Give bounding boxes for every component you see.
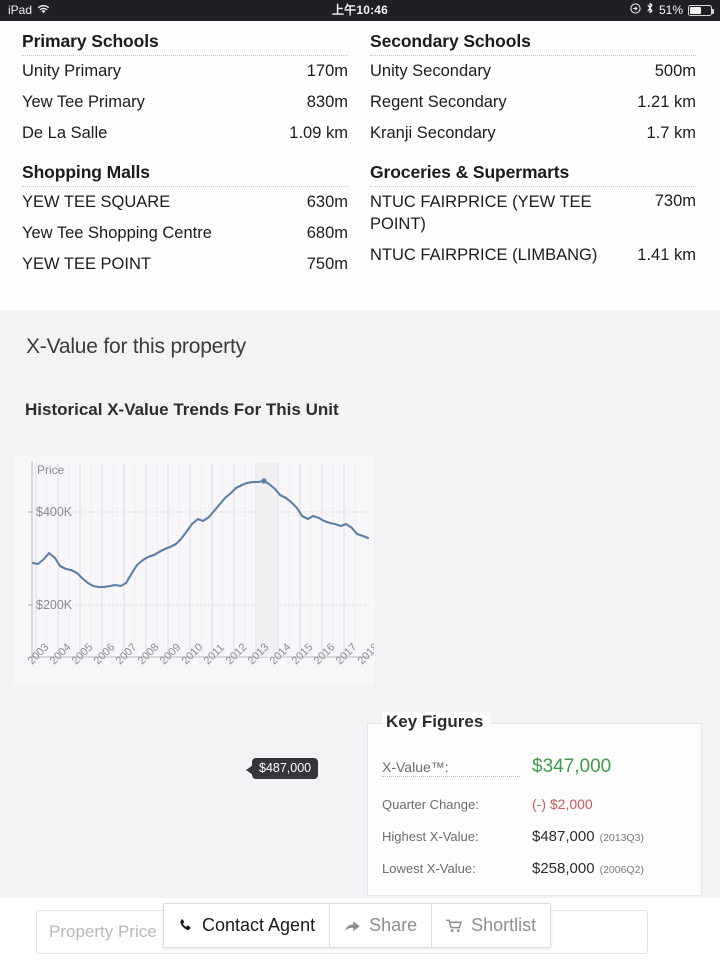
key-figures-title: Key Figures — [382, 712, 491, 732]
amenity-distance: 680m — [307, 224, 348, 243]
share-button[interactable]: Share — [330, 904, 432, 947]
amenity-group-groceries: Groceries & Supermarts NTUC FAIRPRICE (Y… — [370, 162, 696, 270]
contact-agent-button[interactable]: Contact Agent — [164, 904, 330, 947]
amenity-group-title: Primary Schools — [22, 31, 348, 56]
status-bar: iPad 上午10:46 51% — [0, 0, 720, 21]
amenity-row: NTUC FAIRPRICE (YEW TEE POINT) 730m — [370, 187, 696, 240]
chart-axis-label-price: Price — [37, 463, 65, 477]
amenity-row: YEW TEE SQUARE 630m — [22, 187, 348, 218]
amenity-name: Yew Tee Shopping Centre — [22, 223, 212, 245]
key-figure-row-lowest: Lowest X-Value: $258,000 (2006Q2) — [382, 860, 692, 877]
key-figure-row-xvalue: X-Value™: $347,000 — [382, 756, 692, 778]
key-figure-label: Lowest X-Value: — [382, 861, 520, 876]
key-figure-value-highest: $487,000 — [532, 828, 595, 845]
chart-svg: Price $400K $200K 2003 2004 2005 2006 20… — [14, 455, 374, 685]
amenity-row: Unity Secondary 500m — [370, 56, 696, 87]
chart-highlight-band — [256, 463, 278, 657]
amenity-distance: 750m — [307, 255, 348, 274]
bluetooth-icon — [646, 0, 654, 21]
amenity-name: YEW TEE POINT — [22, 254, 151, 276]
key-figure-row-quarter-change: Quarter Change: (-) $2,000 — [382, 796, 692, 812]
share-label: Share — [369, 915, 417, 936]
key-figure-note-highest: (2013Q3) — [600, 832, 644, 844]
amenity-distance: 1.41 km — [637, 246, 696, 265]
phone-icon — [178, 918, 194, 934]
battery-percent: 51% — [659, 0, 683, 21]
amenity-name: NTUC FAIRPRICE (YEW TEE POINT) — [370, 192, 608, 236]
xvalue-section: X-Value for this property Historical X-V… — [0, 310, 720, 898]
key-figure-row-highest: Highest X-Value: $487,000 (2013Q3) — [382, 828, 692, 845]
amenity-distance: 730m — [655, 192, 696, 211]
key-figure-value-lowest: $258,000 — [532, 860, 595, 877]
status-bar-clock: 上午10:46 — [0, 0, 720, 21]
amenity-name: YEW TEE SQUARE — [22, 192, 170, 214]
share-arrow-icon — [344, 918, 361, 934]
amenity-name: De La Salle — [22, 123, 107, 145]
chart-peak-tooltip: $487,000 — [252, 758, 318, 779]
status-bar-right: 51% — [630, 0, 712, 21]
amenity-name: Regent Secondary — [370, 92, 507, 114]
key-figure-value-xvalue: $347,000 — [532, 756, 611, 778]
amenity-group-primary-schools: Primary Schools Unity Primary 170m Yew T… — [22, 31, 348, 148]
amenity-group-title: Groceries & Supermarts — [370, 162, 696, 187]
amenity-distance: 630m — [307, 193, 348, 212]
amenity-row: Regent Secondary 1.21 km — [370, 87, 696, 118]
key-figure-note-lowest: (2006Q2) — [600, 864, 644, 876]
shortlist-button[interactable]: Shortlist — [432, 904, 550, 947]
battery-icon — [688, 5, 712, 16]
chart-peak-marker — [261, 478, 266, 483]
key-figure-value-quarter-change: (-) $2,000 — [532, 796, 593, 812]
amenity-name: NTUC FAIRPRICE (LIMBANG) — [370, 245, 597, 267]
amenity-row: YEW TEE POINT 750m — [22, 249, 348, 280]
amenity-name: Yew Tee Primary — [22, 92, 145, 114]
amenity-name: Kranji Secondary — [370, 123, 496, 145]
amenity-distance: 1.21 km — [637, 93, 696, 112]
amenity-row: De La Salle 1.09 km — [22, 118, 348, 149]
amenity-distance: 1.7 km — [646, 124, 696, 143]
floating-action-bar: Contact Agent Share Shortlist — [163, 903, 551, 948]
key-figure-label: Highest X-Value: — [382, 829, 520, 844]
chart-title: Historical X-Value Trends For This Unit — [25, 398, 355, 421]
amenities-column-left: Primary Schools Unity Primary 170m Yew T… — [22, 31, 348, 310]
amenity-row: Unity Primary 170m — [22, 56, 348, 87]
amenity-group-title: Shopping Malls — [22, 162, 348, 187]
amenity-group-secondary-schools: Secondary Schools Unity Secondary 500m R… — [370, 31, 696, 148]
key-figures-panel: Key Figures X-Value™: $347,000 Quarter C… — [367, 723, 702, 896]
xvalue-trend-chart[interactable]: Price $400K $200K 2003 2004 2005 2006 20… — [14, 455, 374, 685]
key-figure-label: X-Value™: — [382, 759, 520, 777]
amenity-group-title: Secondary Schools — [370, 31, 696, 56]
amenity-name: Unity Primary — [22, 61, 121, 83]
key-figure-label: Quarter Change: — [382, 797, 520, 812]
amenity-row: Yew Tee Shopping Centre 680m — [22, 218, 348, 249]
amenities-section: Primary Schools Unity Primary 170m Yew T… — [0, 21, 720, 310]
rotation-lock-icon — [630, 0, 641, 21]
chart-ytick-200k: $200K — [36, 598, 73, 612]
amenity-row: Yew Tee Primary 830m — [22, 87, 348, 118]
cart-icon — [446, 918, 463, 934]
chart-ytick-400k: $400K — [36, 505, 73, 519]
amenity-row: NTUC FAIRPRICE (LIMBANG) 1.41 km — [370, 240, 696, 271]
amenity-name: Unity Secondary — [370, 61, 491, 83]
amenity-distance: 170m — [307, 62, 348, 81]
page-title-xvalue: X-Value for this property — [26, 335, 246, 359]
amenity-distance: 1.09 km — [289, 124, 348, 143]
amenity-group-shopping-malls: Shopping Malls YEW TEE SQUARE 630m Yew T… — [22, 162, 348, 279]
contact-agent-label: Contact Agent — [202, 915, 315, 936]
amenity-row: Kranji Secondary 1.7 km — [370, 118, 696, 149]
amenity-distance: 500m — [655, 62, 696, 81]
amenities-column-right: Secondary Schools Unity Secondary 500m R… — [370, 31, 696, 310]
shortlist-label: Shortlist — [471, 915, 536, 936]
amenity-distance: 830m — [307, 93, 348, 112]
